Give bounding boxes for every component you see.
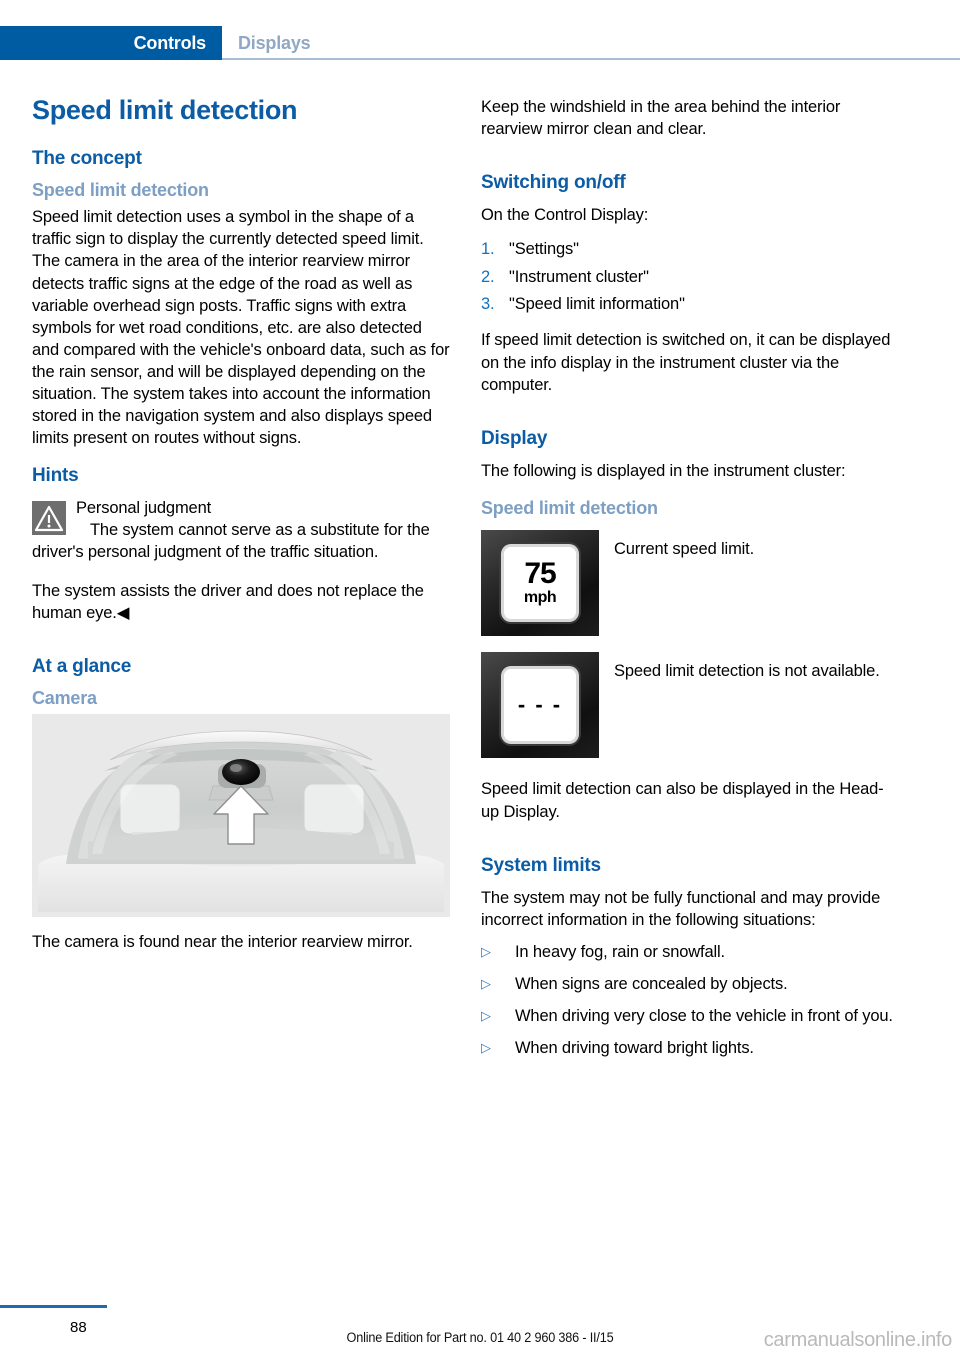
step-label: "Settings" [509,240,579,259]
tab-controls[interactable]: Controls [0,26,222,60]
sign-plate: 75 mph [504,547,576,620]
section-system-limits: System limits [481,854,601,876]
list-item-label: When driving toward bright lights. [515,1039,754,1058]
hud-note: Speed limit detection can also be displa… [481,780,884,821]
list-item: ▷ When signs are concealed by objects. [481,973,899,995]
sign-plate: - - - [504,669,576,742]
sign-dashes-value: - - - [517,692,563,718]
concept-paragraph: Speed limit detection uses a symbol in t… [32,208,450,448]
sign-speed-unit: mph [523,589,557,607]
list-item: ▷ When driving toward bright lights. [481,1037,899,1059]
triangle-bullet-icon: ▷ [481,975,491,991]
step-label: "Speed limit information" [509,295,685,314]
display-item-current-speed-limit: 75 mph Current speed limit. [481,530,899,637]
list-item: ▷ When driving very close to the vehicle… [481,1005,899,1027]
section-hints: Hints [32,465,79,487]
triangle-bullet-icon: ▷ [481,943,491,959]
subsection-camera: Camera [32,687,97,708]
subsection-speed-limit-detection: Speed limit detection [32,179,209,200]
display-item-caption: Current speed limit. [614,540,755,559]
list-item[interactable]: 2. "Instrument cluster" [481,266,899,288]
footer-divider [0,1305,107,1308]
sign-speed-value: 75 [524,557,556,591]
tab-displays[interactable]: Displays [238,26,311,60]
speed-limit-sign-icon: 75 mph [481,530,599,637]
camera-location-illustration [32,714,450,918]
triangle-bullet-icon: ▷ [481,1040,491,1056]
section-switching-on-off: Switching on/off [481,172,626,194]
site-watermark: carmanualsonline.info [763,1329,953,1351]
page-header: Controls Displays [0,26,960,60]
step-number: 2. [481,267,495,286]
step-number: 1. [481,240,495,259]
hint-title: Personal judgment [76,499,212,518]
list-item-label: In heavy fog, rain or snowfall. [515,942,725,961]
step-label: "Instrument cluster" [509,267,649,286]
page-title: Speed limit detection [32,95,298,125]
list-item[interactable]: 3. "Speed limit information" [481,293,899,315]
hint-body: The system cannot serve as a substitute … [32,521,430,562]
hint-warning-block: Personal judgment The system cannot serv… [32,497,450,563]
speed-limit-unavailable-icon: - - - [481,652,599,759]
tab-controls-label: Controls [133,32,207,53]
switching-intro: On the Control Display: [481,206,649,225]
system-limits-list: ▷ In heavy fog, rain or snowfall. ▷ When… [481,941,899,1059]
triangle-bullet-icon: ▷ [481,1007,491,1023]
right-column: Keep the windshield in the area behind t… [481,96,899,1069]
left-column: Speed limit detection The concept Speed … [32,95,450,969]
list-item[interactable]: 1. "Settings" [481,238,899,260]
section-at-a-glance: At a glance [32,655,132,677]
header-divider [222,58,960,60]
display-item-not-available: - - - Speed limit detection is not avail… [481,652,899,759]
list-item-label: When signs are concealed by objects. [515,974,788,993]
display-item-caption: Speed limit detection is not available. [614,662,880,681]
switching-steps-list: 1. "Settings" 2. "Instrument cluster" 3.… [481,238,899,315]
warning-triangle-icon [32,501,66,536]
list-item-label: When driving very close to the vehicle i… [515,1006,893,1025]
list-item: ▷ In heavy fog, rain or snowfall. [481,941,899,963]
display-intro: The following is displayed in the instru… [481,461,846,480]
switching-note: If speed limit detection is switched on,… [481,331,891,394]
tab-displays-label: Displays [238,32,311,53]
windshield-note: Keep the windshield in the area behind t… [481,98,841,139]
subsection-display-speed-limit-detection: Speed limit detection [481,497,658,518]
hint-paragraph-2: The system assists the driver and does n… [32,581,424,622]
camera-caption: The camera is found near the interior re… [32,933,413,952]
section-the-concept: The concept [32,147,142,169]
step-number: 3. [481,295,495,314]
system-limits-intro: The system may not be fully functional a… [481,888,881,929]
section-display: Display [481,427,548,449]
